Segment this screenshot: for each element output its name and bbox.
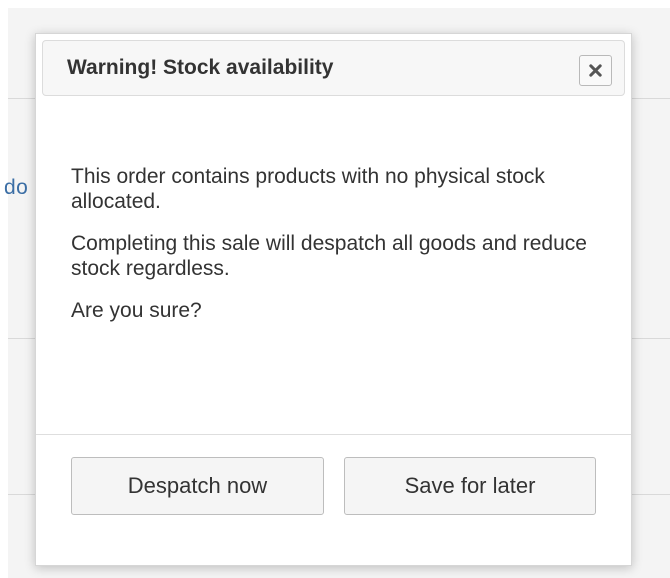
message-confirm: Are you sure? [71,299,202,322]
background-link-text: do [4,176,29,199]
stock-warning-dialog: Warning! Stock availability This order c… [35,33,632,566]
dialog-header: Warning! Stock availability [42,40,625,96]
save-for-later-button[interactable]: Save for later [344,457,596,515]
close-button[interactable] [579,55,612,86]
footer-divider [36,434,631,435]
despatch-now-button[interactable]: Despatch now [71,457,324,515]
message-despatch-all: Completing this sale will despatch all g… [71,232,587,280]
message-no-stock: This order contains products with no phy… [71,165,545,213]
dialog-title: Warning! Stock availability [67,56,334,79]
dialog-body: This order contains products with no phy… [71,164,591,340]
close-icon [589,64,602,77]
